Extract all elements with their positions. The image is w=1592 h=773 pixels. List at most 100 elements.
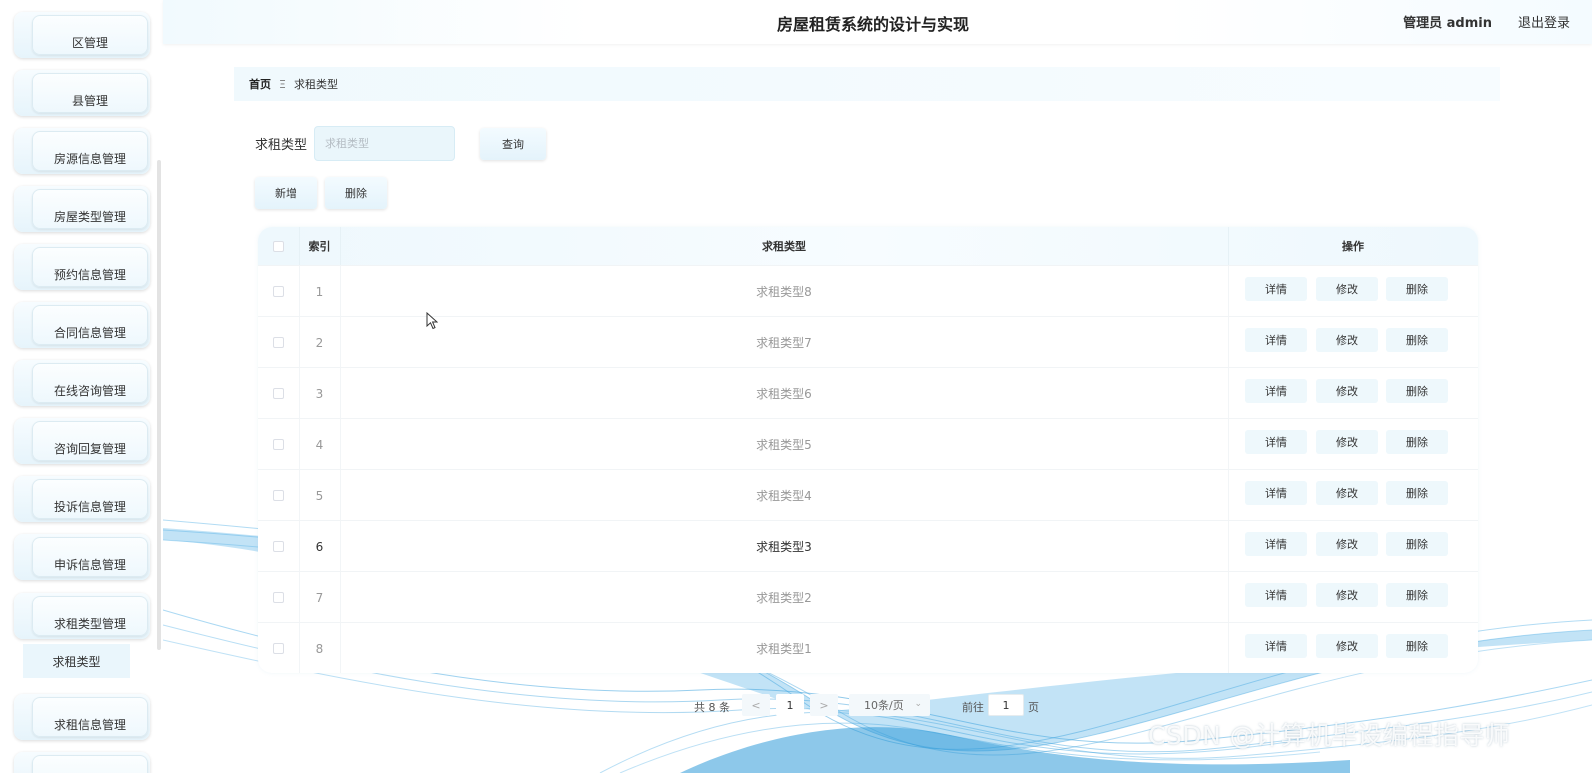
row-checkbox[interactable] (273, 490, 284, 501)
sidebar: 区管理 县管理 房源信息管理 房屋类型管理 预约信息管理 合同信息管理 在线咨询… (0, 0, 163, 773)
sidebar-item-rental-types[interactable]: 求租类型管理 (14, 593, 150, 639)
table-header: 索引 求租类型 操作 (258, 227, 1478, 265)
edit-button[interactable]: 修改 (1316, 583, 1378, 607)
sidebar-item-reservations[interactable]: 预约信息管理 (14, 244, 150, 290)
delete-button[interactable]: 删除 (1386, 634, 1448, 658)
delete-button[interactable]: 删除 (1386, 430, 1448, 454)
sidebar-item-label: 在线咨询管理 (32, 363, 148, 403)
sidebar-item-label (32, 755, 148, 773)
goto-label: 前往 (962, 701, 984, 714)
detail-button[interactable]: 详情 (1245, 277, 1307, 301)
edit-button[interactable]: 修改 (1316, 430, 1378, 454)
breadcrumb-home[interactable]: 首页 (249, 76, 271, 92)
sidebar-item-more[interactable] (14, 752, 150, 773)
row-checkbox[interactable] (273, 592, 284, 603)
row-checkbox[interactable] (273, 286, 284, 297)
edit-button[interactable]: 修改 (1316, 481, 1378, 505)
query-button[interactable]: 查询 (480, 128, 546, 160)
sidebar-item-label: 合同信息管理 (32, 305, 148, 345)
detail-button[interactable]: 详情 (1245, 481, 1307, 505)
watermark: CSDN @计算机毕设编程指导师 (1148, 721, 1511, 750)
sidebar-item-label: 区管理 (32, 15, 148, 55)
row-ops: 详情 修改 删除 (1228, 470, 1478, 521)
sidebar-item-label: 房屋类型管理 (32, 189, 148, 229)
next-page-button[interactable]: > (810, 694, 838, 716)
sidebar-item-label: 求租信息管理 (32, 697, 148, 737)
row-type: 求租类型1 (340, 623, 1229, 673)
submenu-item-rental-type[interactable]: 求租类型 (23, 644, 130, 678)
sidebar-item-contracts[interactable]: 合同信息管理 (14, 302, 150, 348)
delete-button[interactable]: 删除 (1386, 481, 1448, 505)
add-button[interactable]: 新增 (255, 177, 317, 209)
edit-button[interactable]: 修改 (1316, 532, 1378, 556)
row-ops: 详情 修改 删除 (1228, 623, 1478, 673)
row-ops: 详情 修改 删除 (1228, 521, 1478, 572)
table-row: 6 求租类型3 详情 修改 删除 (258, 520, 1478, 572)
row-check-cell (258, 470, 300, 521)
sidebar-item-county[interactable]: 县管理 (14, 70, 150, 116)
sidebar-item-appeals[interactable]: 申诉信息管理 (14, 534, 150, 580)
row-check-cell (258, 572, 300, 623)
header-ops: 操作 (1342, 240, 1364, 253)
delete-button[interactable]: 删除 (1386, 532, 1448, 556)
row-checkbox[interactable] (273, 388, 284, 399)
edit-button[interactable]: 修改 (1316, 379, 1378, 403)
mouse-cursor-icon (426, 312, 438, 330)
page-size-select[interactable]: 10条/页 ⌄ (849, 694, 930, 716)
delete-button[interactable]: 删除 (1386, 328, 1448, 352)
delete-button[interactable]: 删除 (1386, 583, 1448, 607)
current-user: 管理员 admin (1403, 16, 1492, 31)
select-all-checkbox[interactable] (273, 240, 284, 252)
row-ops: 详情 修改 删除 (1228, 317, 1478, 368)
row-type: 求租类型8 (340, 266, 1229, 317)
detail-button[interactable]: 详情 (1245, 430, 1307, 454)
sidebar-item-house-types[interactable]: 房屋类型管理 (14, 186, 150, 232)
logout-link[interactable]: 退出登录 (1518, 12, 1570, 31)
row-index: 3 (299, 368, 341, 419)
sidebar-item-rental-requests[interactable]: 求租信息管理 (14, 694, 150, 740)
row-checkbox[interactable] (273, 541, 284, 552)
row-index: 5 (299, 470, 341, 521)
row-checkbox[interactable] (273, 439, 284, 450)
header-type: 求租类型 (340, 227, 1229, 265)
detail-button[interactable]: 详情 (1245, 379, 1307, 403)
row-type: 求租类型7 (340, 317, 1229, 368)
sidebar-item-listings[interactable]: 房源信息管理 (14, 128, 150, 174)
header-select-all[interactable] (258, 227, 300, 265)
sidebar-item-consult-replies[interactable]: 咨询回复管理 (14, 418, 150, 464)
current-page[interactable]: 1 (776, 694, 804, 716)
sidebar-scrollbar[interactable] (157, 160, 161, 650)
row-check-cell (258, 419, 300, 470)
delete-button[interactable]: 删除 (1386, 277, 1448, 301)
breadcrumb: 首页 Ξ 求租类型 (234, 67, 1500, 101)
row-checkbox[interactable] (273, 337, 284, 348)
delete-button[interactable]: 删除 (1386, 379, 1448, 403)
edit-button[interactable]: 修改 (1316, 634, 1378, 658)
edit-button[interactable]: 修改 (1316, 328, 1378, 352)
sidebar-item-label: 房源信息管理 (32, 131, 148, 171)
breadcrumb-separator-icon: Ξ (279, 77, 286, 91)
row-checkbox[interactable] (273, 643, 284, 654)
sidebar-item-complaints[interactable]: 投诉信息管理 (14, 476, 150, 522)
detail-button[interactable]: 详情 (1245, 532, 1307, 556)
batch-delete-button[interactable]: 删除 (325, 177, 387, 209)
goto-page-input[interactable]: 1 (988, 694, 1024, 716)
rental-type-table: 索引 求租类型 操作 1 求租类型8 详情 修改 删除 2 求租类型7 详情 修… (258, 227, 1478, 673)
sidebar-item-label: 预约信息管理 (32, 247, 148, 287)
search-input[interactable] (314, 126, 455, 161)
detail-button[interactable]: 详情 (1245, 583, 1307, 607)
row-type: 求租类型4 (340, 470, 1229, 521)
row-index: 6 (299, 521, 341, 572)
page-size-value: 10条/页 (864, 699, 904, 712)
sidebar-item-label: 申诉信息管理 (32, 537, 148, 577)
table-row: 5 求租类型4 详情 修改 删除 (258, 469, 1478, 521)
sidebar-item-online-consult[interactable]: 在线咨询管理 (14, 360, 150, 406)
detail-button[interactable]: 详情 (1245, 328, 1307, 352)
sidebar-item-label: 咨询回复管理 (32, 421, 148, 461)
detail-button[interactable]: 详情 (1245, 634, 1307, 658)
prev-page-button[interactable]: < (742, 694, 770, 716)
breadcrumb-current: 求租类型 (293, 78, 338, 91)
edit-button[interactable]: 修改 (1316, 277, 1378, 301)
row-type: 求租类型2 (340, 572, 1229, 623)
sidebar-item-district[interactable]: 区管理 (14, 12, 150, 58)
